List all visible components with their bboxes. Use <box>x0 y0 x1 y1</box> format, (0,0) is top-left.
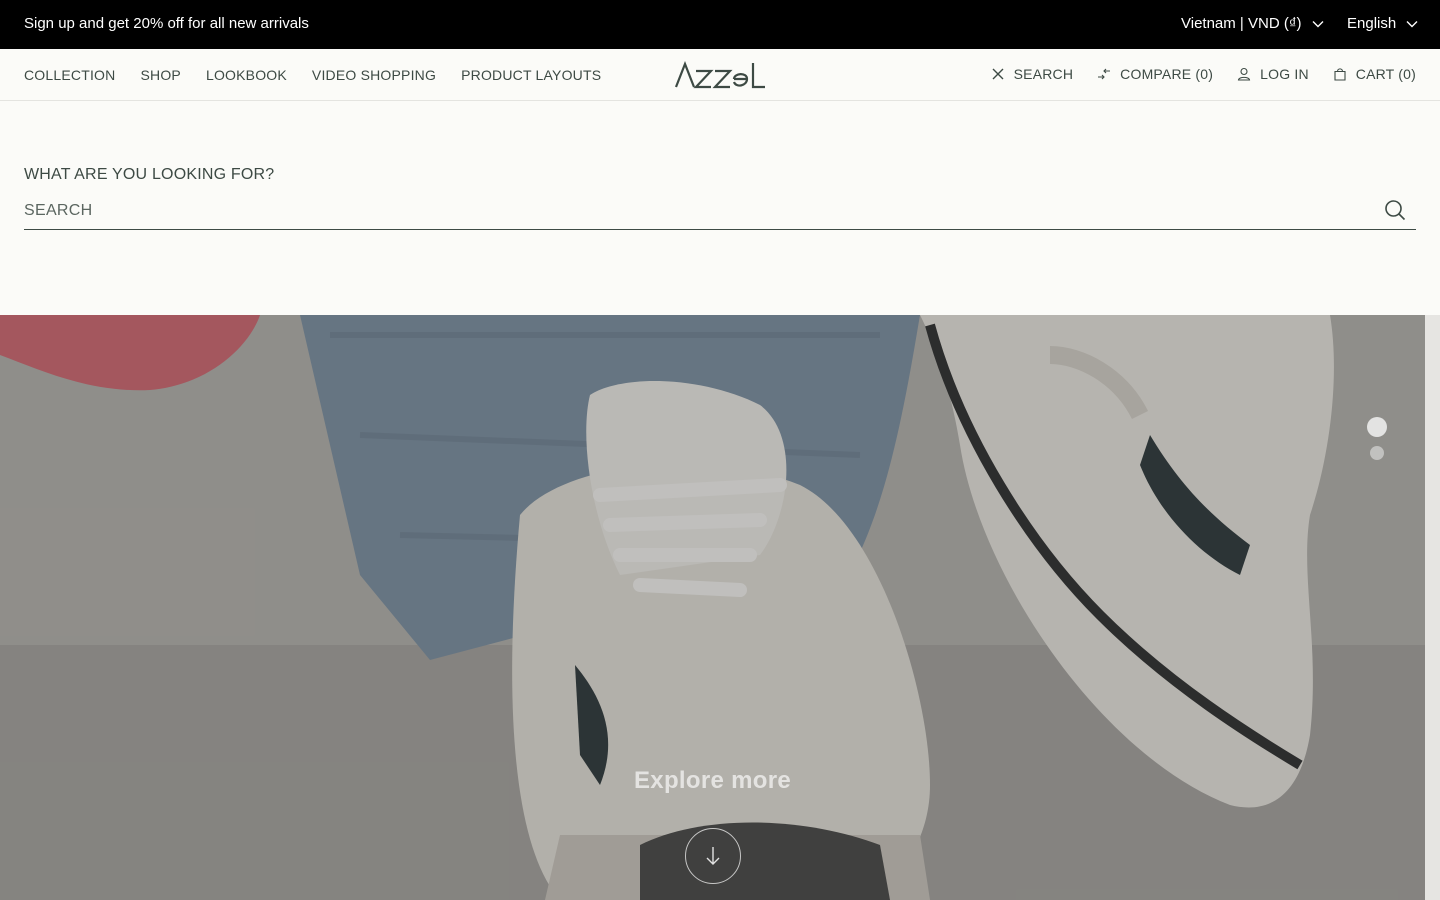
azzel-logo-mark <box>674 60 765 89</box>
brand-logo[interactable] <box>674 60 768 89</box>
scroll-down-button[interactable] <box>685 828 741 884</box>
promo-text: Sign up and get 20% off for all new arri… <box>24 15 309 32</box>
login-link[interactable]: LOG IN <box>1237 66 1309 82</box>
nav-item-collection[interactable]: COLLECTION <box>24 67 115 83</box>
search-toggle[interactable]: SEARCH <box>991 66 1074 82</box>
nav-item-lookbook[interactable]: LOOKBOOK <box>206 67 287 83</box>
chevron-down-icon <box>1312 20 1324 27</box>
main-nav: COLLECTION SHOP LOOKBOOK VIDEO SHOPPING … <box>24 67 601 83</box>
search-heading: WHAT ARE YOU LOOKING FOR? <box>24 166 275 183</box>
hero-banner: Explore more <box>0 315 1440 900</box>
slide-dot-active[interactable] <box>1367 417 1387 437</box>
login-label: LOG IN <box>1260 66 1309 82</box>
chevron-down-icon <box>1406 20 1418 27</box>
search-panel: WHAT ARE YOU LOOKING FOR? <box>0 101 1440 315</box>
explore-more-text: Explore more <box>634 767 791 794</box>
compare-arrows-icon <box>1098 68 1111 80</box>
nav-item-shop[interactable]: SHOP <box>140 67 180 83</box>
shopping-bag-icon <box>1334 68 1346 81</box>
search-icon[interactable] <box>1384 199 1406 221</box>
close-icon <box>992 68 1004 80</box>
arrow-down-icon <box>706 847 720 865</box>
announcement-bar: Sign up and get 20% off for all new arri… <box>0 0 1440 49</box>
nav-item-video-shopping[interactable]: VIDEO SHOPPING <box>312 67 436 83</box>
compare-link[interactable]: COMPARE (0) <box>1097 66 1213 82</box>
slide-pagination <box>1367 417 1387 460</box>
country-currency-label: Vietnam | VND (₫) <box>1181 15 1302 32</box>
country-currency-selector[interactable]: Vietnam | VND (₫) <box>1181 15 1324 32</box>
language-selector[interactable]: English <box>1347 15 1418 32</box>
slide-dot[interactable] <box>1370 446 1384 460</box>
language-label: English <box>1347 15 1397 32</box>
page-scrollbar[interactable] <box>1425 315 1440 900</box>
user-icon <box>1237 67 1251 81</box>
search-input[interactable] <box>24 193 1364 229</box>
header-actions: SEARCH COMPARE (0) LOG IN CART (0) <box>991 66 1416 82</box>
search-field <box>24 193 1416 230</box>
hero-overlay <box>0 315 1440 900</box>
compare-label: COMPARE (0) <box>1120 66 1214 82</box>
search-toggle-label: SEARCH <box>1013 66 1074 82</box>
site-header: COLLECTION SHOP LOOKBOOK VIDEO SHOPPING … <box>0 49 1440 101</box>
nav-item-product-layouts[interactable]: PRODUCT LAYOUTS <box>461 67 601 83</box>
cart-link[interactable]: CART (0) <box>1333 66 1416 82</box>
cart-label: CART (0) <box>1355 66 1416 82</box>
